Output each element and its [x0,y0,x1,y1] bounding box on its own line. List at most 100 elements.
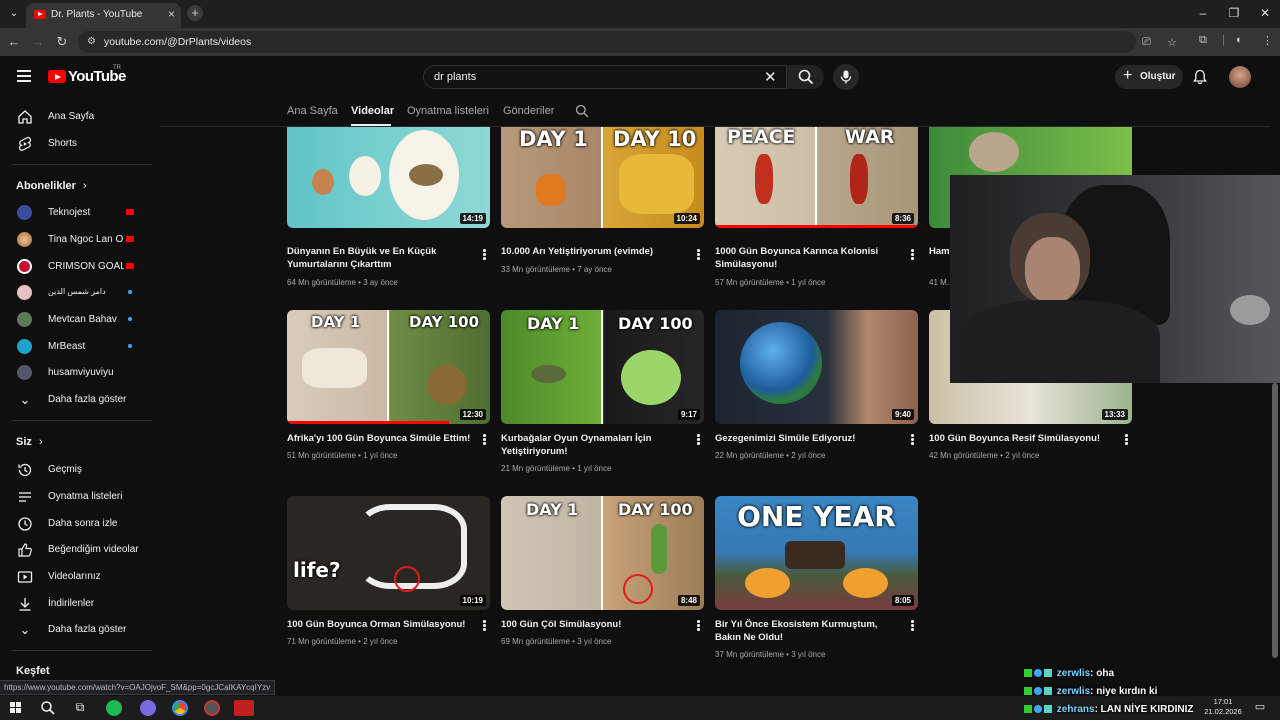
sidebar-item-playlists[interactable]: Oynatma listeleri [0,483,150,510]
clear-search-icon[interactable]: ✕ [764,68,777,86]
video-title[interactable]: 100 Gün Boyunca Resif Simülasyonu! [929,432,1114,445]
back-icon[interactable]: ← [6,34,22,49]
subscriptions-heading[interactable]: Abonelikler › [16,180,87,192]
sidebar-sub-husam[interactable]: husamviyuviyu [0,359,150,386]
video-title[interactable]: 100 Gün Çöl Simülasyonu! [501,618,686,631]
subscriptions-title: Abonelikler [16,180,76,192]
windows-start-icon[interactable] [8,700,24,716]
spotify-icon[interactable] [106,700,122,716]
video-editor-icon[interactable] [234,700,254,716]
video-menu-icon[interactable] [697,620,700,632]
sidebar-sub-arabic[interactable]: دامر شمس الدين [0,279,150,306]
notifications-bell-icon[interactable] [1192,69,1208,85]
tab-videos[interactable]: Videolar [351,105,394,117]
search-input[interactable]: dr plants [434,71,476,83]
close-window-icon[interactable]: ✕ [1258,6,1272,20]
voice-search-button[interactable] [833,64,859,90]
video-thumbnail[interactable]: PEACE WAR 8:36 [715,127,918,228]
you-heading[interactable]: Siz › [16,436,43,448]
video-menu-icon[interactable] [911,620,914,632]
video-title[interactable]: Bir Yıl Önce Ekosistem Kurmuştum, Bakın … [715,618,900,644]
channel-search-icon[interactable] [575,104,589,118]
tab-search-icon[interactable]: ⌄ [5,5,23,23]
close-tab-icon[interactable]: × [168,7,175,21]
chrome-icon[interactable] [172,700,188,716]
video-menu-icon[interactable] [911,249,914,261]
notification-center-icon[interactable]: ▭ [1252,700,1268,716]
video-title[interactable]: 100 Gün Boyunca Orman Simülasyonu! [287,618,472,631]
video-menu-icon[interactable] [697,434,700,446]
taskbar-clock[interactable]: 17:01 21.02.2026 [1203,697,1243,717]
browser-tab[interactable]: Dr. Plants - YouTube × [26,3,181,28]
new-tab-button[interactable]: + [187,5,203,21]
search-button[interactable] [786,65,824,89]
sidebar-sub-tina[interactable]: Tina Ngoc Lan O... [0,226,150,253]
sidebar-item-label: Oynatma listeleri [48,491,123,502]
site-info-icon[interactable]: ⚙ [87,36,96,47]
video-title[interactable]: 10.000 Arı Yetiştiriyorum (evimde) [501,245,686,258]
history-icon [18,463,32,477]
discord-icon[interactable] [140,700,156,716]
video-menu-icon[interactable] [483,620,486,632]
tab-title: Dr. Plants - YouTube [51,9,143,20]
address-bar[interactable]: ⚙ youtube.com/@DrPlants/videos ⎚ ☆ [78,31,1177,53]
thumb-caption: life? [293,558,341,582]
video-title[interactable]: Afrika'yı 100 Gün Boyunca Simüle Ettim! [287,432,472,445]
minimize-icon[interactable]: – [1196,6,1210,20]
sidebar-item-shorts[interactable]: Shorts [0,130,150,157]
taskbar-search-icon[interactable] [40,700,56,716]
bookmark-star-icon[interactable]: ☆ [1167,36,1177,49]
sidebar-item-history[interactable]: Geçmiş [0,456,150,483]
extensions-icon[interactable]: ⧉ [1199,34,1207,47]
sidebar-sub-crimson[interactable]: CRIMSON GOAL ... [0,253,150,280]
browser-menu-icon[interactable]: ⋮ [1262,34,1273,47]
you-show-more[interactable]: ⌄ Daha fazla göster [0,616,150,643]
video-thumbnail[interactable]: ONE YEAR 8:05 [715,496,918,610]
video-thumbnail[interactable]: DAY 1 DAY 10 10:24 [501,127,704,228]
video-title[interactable]: Dünyanın En Büyük ve En Küçük Yumurtalar… [287,245,472,271]
sidebar-item-downloads[interactable]: İndirilenler [0,590,150,617]
create-button[interactable]: + Oluştur [1115,65,1183,89]
subscriptions-show-more[interactable]: ⌄ Daha fazla göster [0,386,150,413]
tab-posts[interactable]: Gönderiler [503,105,554,117]
video-menu-icon[interactable] [483,434,486,446]
obs-icon[interactable] [204,700,220,716]
menu-icon[interactable] [17,70,31,82]
cast-icon[interactable]: ⎚ [1142,36,1151,49]
video-views: 33 Mn görüntüleme [501,265,570,274]
video-title[interactable]: Kurbağalar Oyun Oynamaları İçin Yetiştir… [501,432,686,458]
reload-icon[interactable]: ↻ [54,34,70,50]
person-body [960,300,1160,383]
sidebar-sub-mrbeast[interactable]: MrBeast [0,333,150,360]
profile-icon[interactable]: ◐ [1236,34,1243,46]
video-menu-icon[interactable] [697,249,700,261]
video-thumbnail[interactable]: DAY 1 DAY 100 8:48 [501,496,704,610]
tab-home[interactable]: Ana Sayfa [287,105,338,117]
sidebar-item-watch-later[interactable]: Daha sonra izle [0,510,150,537]
video-menu-icon[interactable] [1125,434,1128,446]
video-thumbnail[interactable]: DAY 1 DAY 100 12:30 [287,310,490,424]
account-avatar[interactable] [1229,66,1251,88]
sidebar-sub-teknojest[interactable]: Teknojest [0,199,150,226]
channel-name: CRIMSON GOAL ... [48,261,124,272]
sidebar-item-home[interactable]: Ana Sayfa [0,103,150,130]
video-menu-icon[interactable] [483,249,486,261]
scrollbar-thumb[interactable] [1272,383,1278,658]
shorts-icon [18,136,32,151]
sidebar-sub-mevtcan[interactable]: Mevtcan Bahav [0,306,150,333]
search-box[interactable]: dr plants ✕ [423,65,824,89]
video-thumbnail[interactable]: DAY 1 DAY 100 9:17 [501,310,704,424]
restore-icon[interactable]: ❐ [1227,6,1241,20]
forward-icon[interactable]: → [30,34,46,49]
sidebar-item-liked[interactable]: Beğendiğim videolar [0,536,150,563]
video-thumbnail[interactable]: 14:19 [287,127,490,228]
video-title[interactable]: 1000 Gün Boyunca Karınca Kolonisi Simüla… [715,245,900,271]
chat-username: zerwlis [1056,686,1091,697]
video-thumbnail[interactable]: 9:40 [715,310,918,424]
video-menu-icon[interactable] [911,434,914,446]
task-view-icon[interactable]: ⧉ [72,700,88,716]
sidebar-item-your-videos[interactable]: Videolarınız [0,563,150,590]
video-title[interactable]: Gezegenimizi Simüle Ediyoruz! [715,432,900,445]
tab-playlists[interactable]: Oynatma listeleri [407,105,489,117]
video-thumbnail[interactable]: life? 10:19 [287,496,490,610]
